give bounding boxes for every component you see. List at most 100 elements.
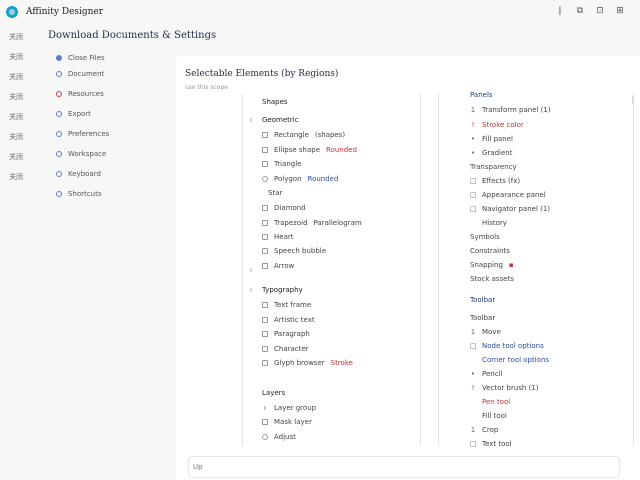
item-icon bbox=[56, 191, 62, 197]
checkbox[interactable] bbox=[262, 302, 268, 308]
checkbox[interactable] bbox=[262, 147, 268, 153]
list-item[interactable]: Pen tool bbox=[482, 398, 510, 406]
sidebar-item[interactable]: Preferences bbox=[56, 130, 109, 138]
sidebar-item-label: Document bbox=[68, 70, 105, 78]
item-icon bbox=[56, 91, 62, 97]
list-item[interactable]: History bbox=[482, 219, 507, 227]
list-item[interactable]: Text frame bbox=[262, 301, 311, 309]
list-item[interactable]: ! Vector brush (1) bbox=[470, 384, 539, 392]
checkbox[interactable] bbox=[262, 132, 268, 138]
list-item[interactable]: Character bbox=[262, 345, 309, 353]
list-item[interactable]: Trapezoid Parallelogram bbox=[262, 219, 362, 227]
rail-item[interactable]: 关闭 bbox=[9, 132, 23, 142]
sidebar-item[interactable]: Export bbox=[56, 110, 91, 118]
checkbox[interactable] bbox=[262, 263, 268, 269]
list-item[interactable]: • Pencil bbox=[470, 370, 503, 378]
list-item[interactable]: Rectangle (shapes) bbox=[262, 131, 345, 139]
rail-item[interactable]: 关闭 bbox=[9, 92, 23, 102]
list-item[interactable]: Ellipse shape Rounded bbox=[262, 146, 357, 154]
radio[interactable] bbox=[262, 434, 268, 440]
divider bbox=[420, 94, 421, 446]
restore-icon[interactable]: ⧉ bbox=[570, 6, 590, 16]
tree-marker: ı bbox=[250, 286, 252, 294]
sidebar-item[interactable]: Close Files bbox=[56, 54, 105, 62]
list-item[interactable]: Transparency bbox=[470, 163, 517, 171]
rail-item[interactable]: 关闭 bbox=[9, 112, 23, 122]
list-item[interactable]: Symbols bbox=[470, 233, 500, 241]
list-item[interactable]: Toolbar bbox=[470, 314, 495, 322]
sidebar-item[interactable]: Workspace bbox=[56, 150, 106, 158]
list-item[interactable]: Adjust bbox=[262, 433, 296, 441]
list-item[interactable]: Artistic text bbox=[262, 316, 315, 324]
section-heading: Layers bbox=[262, 389, 286, 397]
list-item[interactable]: ı Layer group bbox=[262, 404, 316, 412]
section-subheading: Geometric bbox=[262, 116, 299, 124]
list-item[interactable]: Heart bbox=[262, 233, 293, 241]
app-title: Affinity Designer bbox=[26, 7, 104, 17]
list-item[interactable]: □ Node tool options bbox=[470, 342, 544, 350]
checkbox[interactable] bbox=[262, 331, 268, 337]
list-item[interactable]: 1 Move bbox=[470, 328, 501, 336]
rail-item[interactable]: 关闭 bbox=[9, 152, 23, 162]
divider bbox=[242, 94, 243, 446]
rail-item[interactable]: 关闭 bbox=[9, 52, 23, 62]
list-item[interactable]: □ Navigator panel (1) bbox=[470, 205, 550, 213]
item-icon bbox=[56, 71, 62, 77]
list-item[interactable]: Glyph browser Stroke bbox=[262, 359, 353, 367]
section-heading: Toolbar bbox=[470, 296, 496, 304]
scrollbar[interactable] bbox=[632, 96, 634, 104]
checkbox[interactable] bbox=[262, 360, 268, 366]
checkbox[interactable] bbox=[262, 234, 268, 240]
list-item[interactable]: 1 Crop bbox=[470, 426, 499, 434]
list-item[interactable]: Diamond bbox=[262, 204, 306, 212]
divider bbox=[438, 94, 439, 446]
list-item[interactable]: Arrow bbox=[262, 262, 294, 270]
list-item[interactable]: □ Appearance panel bbox=[470, 191, 546, 199]
checkbox[interactable] bbox=[262, 419, 268, 425]
sidebar-item[interactable]: Shortcuts bbox=[56, 190, 101, 198]
list-item[interactable]: • Fill panel bbox=[470, 135, 513, 143]
sidebar-item-label: Shortcuts bbox=[68, 190, 102, 198]
item-icon bbox=[56, 171, 62, 177]
checkbox[interactable] bbox=[262, 205, 268, 211]
list-item[interactable]: Paragraph bbox=[262, 330, 310, 338]
rail-item[interactable]: 关闭 bbox=[9, 32, 23, 42]
list-item[interactable]: Stock assets bbox=[470, 275, 514, 283]
tree-marker: ı bbox=[250, 116, 252, 124]
list-item[interactable]: ! Stroke color bbox=[470, 121, 524, 129]
checkbox[interactable] bbox=[262, 220, 268, 226]
list-item[interactable]: 1 Transform panel (1) bbox=[470, 106, 551, 114]
list-item[interactable]: Star bbox=[268, 189, 282, 197]
list-item[interactable]: • Gradient bbox=[470, 149, 513, 157]
checkbox[interactable] bbox=[262, 248, 268, 254]
maximize-icon[interactable]: ⊞ bbox=[610, 6, 630, 16]
checkbox[interactable] bbox=[262, 317, 268, 323]
main-subtitle: use this scope bbox=[185, 84, 228, 91]
list-item[interactable]: □ Text tool bbox=[470, 440, 512, 448]
list-item[interactable]: Constraints bbox=[470, 247, 510, 255]
message-box[interactable] bbox=[188, 456, 620, 478]
list-item[interactable]: Fill tool bbox=[482, 412, 507, 420]
rail-item[interactable]: 关闭 bbox=[9, 172, 23, 182]
list-item[interactable]: Snapping ▪ bbox=[470, 261, 514, 269]
divider bbox=[633, 94, 634, 446]
main-card: Selectable Elements (by Regions) use thi… bbox=[176, 56, 640, 480]
sidebar-item-label: Resources bbox=[68, 90, 104, 98]
list-item[interactable]: Mask layer bbox=[262, 418, 312, 426]
section-heading: Typography bbox=[262, 286, 303, 294]
checkbox[interactable] bbox=[262, 161, 268, 167]
sidebar-item[interactable]: Keyboard bbox=[56, 170, 101, 178]
list-item[interactable]: Triangle bbox=[262, 160, 302, 168]
list-item[interactable]: Polygon Rounded bbox=[262, 175, 338, 183]
sidebar-item[interactable]: Document bbox=[56, 70, 104, 78]
snap-icon[interactable]: ⊡ bbox=[590, 6, 610, 16]
radio[interactable] bbox=[262, 176, 268, 182]
minimize-icon[interactable]: ǀ bbox=[550, 6, 570, 16]
list-item[interactable]: □ Effects (fx) bbox=[470, 177, 520, 185]
rail-item[interactable]: 关闭 bbox=[9, 72, 23, 82]
sidebar-item[interactable]: Resources bbox=[56, 90, 104, 98]
checkbox[interactable] bbox=[262, 346, 268, 352]
message-input[interactable] bbox=[189, 457, 619, 477]
list-item[interactable]: Speech bubble bbox=[262, 247, 326, 255]
list-item[interactable]: Corner tool options bbox=[482, 356, 549, 364]
